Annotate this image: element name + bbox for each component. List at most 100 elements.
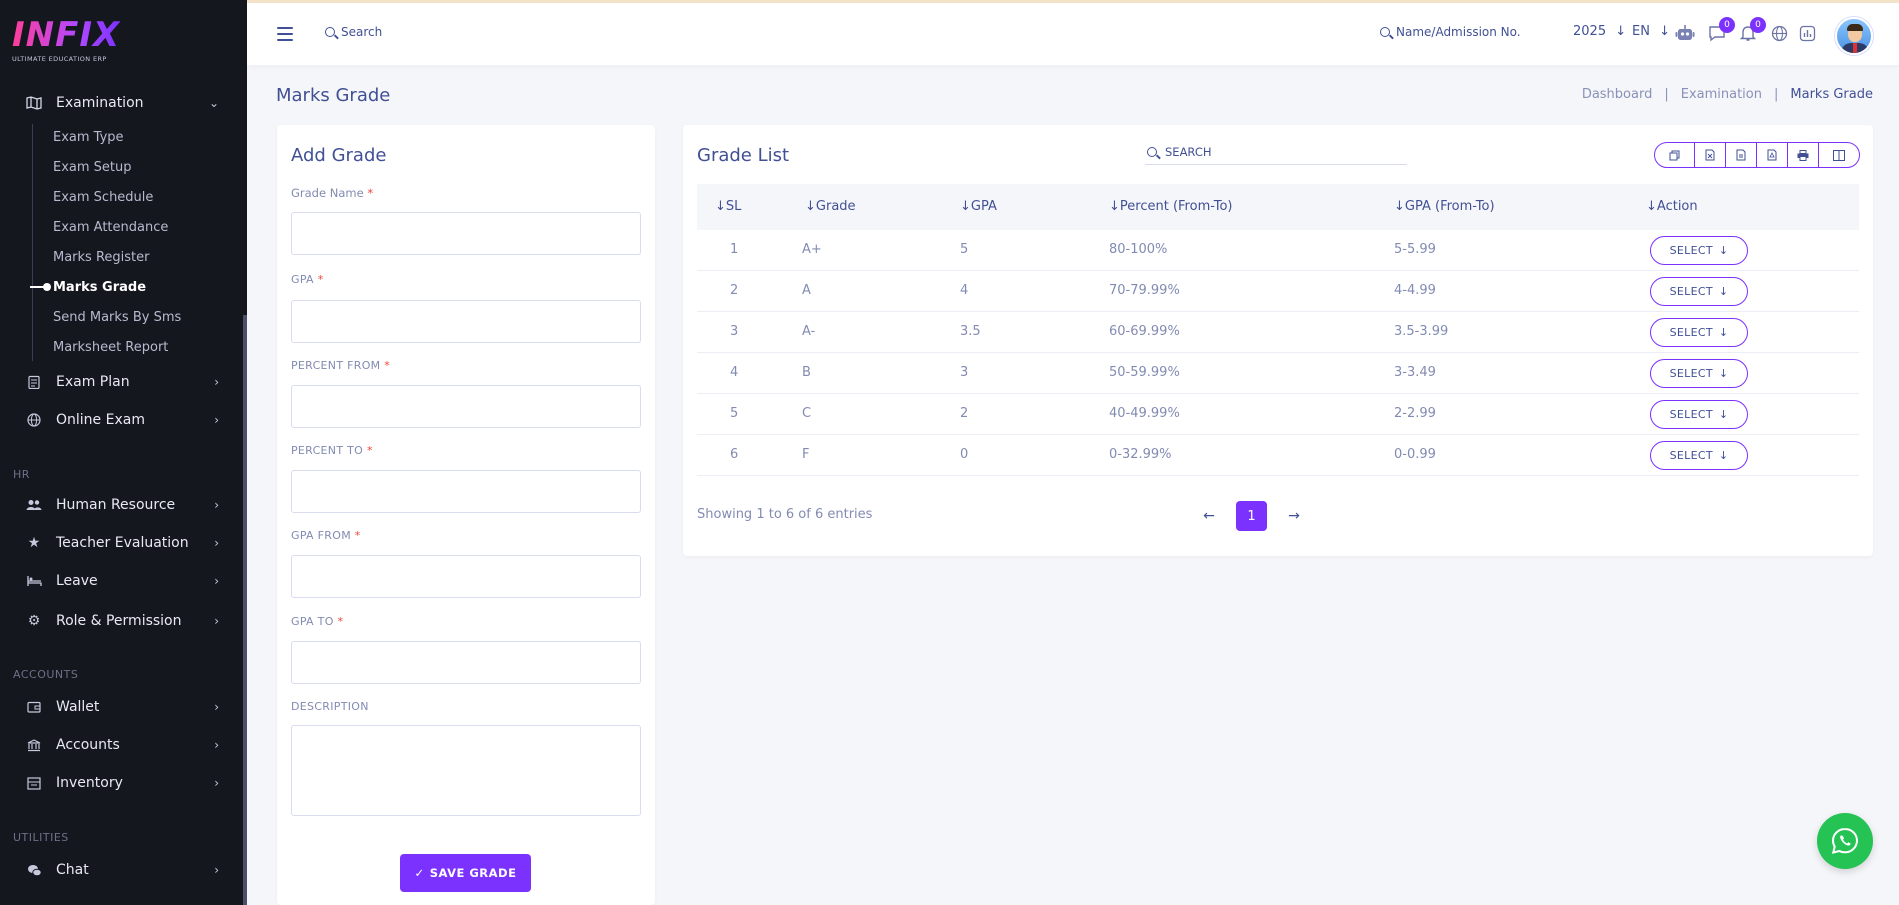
sidebar-subitem-marks-register[interactable]: Marks Register xyxy=(53,247,149,267)
sidebar-subitem-exam-attendance[interactable]: Exam Attendance xyxy=(53,217,168,237)
cell-sl: 2 xyxy=(730,283,739,298)
excel-icon[interactable] xyxy=(1695,143,1726,167)
whatsapp-button[interactable] xyxy=(1817,813,1873,869)
top-search[interactable]: Search xyxy=(325,25,382,39)
select-dropdown-button[interactable]: SELECT ↓ xyxy=(1650,318,1748,347)
required-mark: * xyxy=(354,529,361,542)
column-header-gpa-range[interactable]: ↓GPA (From-To) xyxy=(1394,199,1495,214)
gear-icon: ⚙ xyxy=(27,613,41,629)
select-dropdown-button[interactable]: SELECT ↓ xyxy=(1650,359,1748,388)
cell-sl: 4 xyxy=(730,365,739,380)
cell-gpa-range: 2-2.99 xyxy=(1394,406,1436,421)
language-select[interactable]: EN ↓ xyxy=(1632,24,1670,39)
sidebar-subitem-marks-grade[interactable]: Marks Grade xyxy=(53,277,146,297)
column-header-percent[interactable]: ↓Percent (From-To) xyxy=(1109,199,1233,214)
year-value: 2025 xyxy=(1573,24,1607,39)
search-icon xyxy=(325,27,335,37)
sidebar-subitem-exam-setup[interactable]: Exam Setup xyxy=(53,157,132,177)
column-header-sl[interactable]: ↓SL xyxy=(715,199,741,214)
robot-icon[interactable] xyxy=(1675,23,1695,43)
column-header-grade[interactable]: ↓Grade xyxy=(805,199,856,214)
globe-icon xyxy=(26,412,42,428)
percent-from-label: PERCENT FROM * xyxy=(291,359,390,372)
section-label-hr: HR xyxy=(13,468,30,481)
percent-to-input[interactable] xyxy=(291,470,641,513)
sidebar-item-role-permission[interactable]: ⚙ Role & Permission › xyxy=(0,606,243,636)
print-icon[interactable] xyxy=(1788,143,1819,167)
select-dropdown-button[interactable]: SELECT ↓ xyxy=(1650,236,1748,265)
next-page-icon[interactable]: → xyxy=(1281,501,1307,531)
sidebar-item-inventory[interactable]: Inventory › xyxy=(0,768,243,798)
notification-badge: 0 xyxy=(1750,17,1766,33)
sort-arrow-icon: ↓ xyxy=(960,199,971,214)
sidebar-item-wallet[interactable]: Wallet › xyxy=(0,692,243,722)
sidebar-subitem-send-marks-by-sms[interactable]: Send Marks By Sms xyxy=(53,307,181,327)
description-textarea[interactable] xyxy=(291,725,641,816)
column-label: Grade xyxy=(815,199,856,214)
table-row: 2 A 4 70-79.99% 4-4.99 SELECT ↓ xyxy=(697,271,1859,312)
admission-search[interactable]: Name/Admission No. xyxy=(1380,25,1521,39)
cell-percent: 40-49.99% xyxy=(1109,406,1180,421)
sidebar-item-teacher-evaluation[interactable]: ★ Teacher Evaluation › xyxy=(0,528,243,558)
percent-from-input[interactable] xyxy=(291,385,641,428)
chat-bubble-icon[interactable]: 0 xyxy=(1707,17,1735,43)
prev-page-icon[interactable]: ← xyxy=(1196,501,1222,531)
gpa-to-input[interactable] xyxy=(291,641,641,684)
year-select[interactable]: 2025 ↓ xyxy=(1573,24,1626,39)
grade-name-input[interactable] xyxy=(291,212,641,255)
save-grade-button[interactable]: ✓ SAVE GRADE xyxy=(400,854,531,892)
avatar[interactable] xyxy=(1835,17,1873,55)
breadcrumb-dashboard[interactable]: Dashboard xyxy=(1582,87,1653,102)
sidebar-subitem-exam-schedule[interactable]: Exam Schedule xyxy=(53,187,153,207)
column-label: SL xyxy=(725,199,742,214)
csv-icon[interactable] xyxy=(1726,143,1757,167)
section-label-accounts: ACCOUNTS xyxy=(13,668,79,681)
sidebar-subitem-exam-type[interactable]: Exam Type xyxy=(53,127,124,147)
columns-icon[interactable] xyxy=(1819,143,1859,167)
label-text: Grade Name xyxy=(291,186,364,200)
select-dropdown-button[interactable]: SELECT ↓ xyxy=(1650,400,1748,429)
select-dropdown-button[interactable]: SELECT ↓ xyxy=(1650,277,1748,306)
gpa-from-input[interactable] xyxy=(291,555,641,598)
page-title: Marks Grade xyxy=(276,85,391,106)
add-grade-title: Add Grade xyxy=(291,145,387,166)
sort-arrow-icon: ↓ xyxy=(715,199,726,214)
topbar: Search Name/Admission No. 2025 ↓ EN ↓ 0 … xyxy=(247,3,1899,65)
arrow-down-icon: ↓ xyxy=(1718,326,1729,339)
sidebar-item-chat[interactable]: Chat › xyxy=(0,855,243,885)
sidebar-item-human-resource[interactable]: Human Resource › xyxy=(0,490,243,520)
globe-icon[interactable] xyxy=(1769,23,1789,43)
sidebar-item-online-exam[interactable]: Online Exam › xyxy=(0,405,243,435)
sidebar-item-leave[interactable]: Leave › xyxy=(0,566,243,596)
column-header-action[interactable]: ↓Action xyxy=(1646,199,1698,214)
sidebar-subitem-marksheet-report[interactable]: Marksheet Report xyxy=(53,337,168,357)
report-chart-icon[interactable] xyxy=(1797,23,1817,43)
gpa-input[interactable] xyxy=(291,300,641,343)
sidebar-scrollbar[interactable] xyxy=(243,315,247,905)
table-row: 5 C 2 40-49.99% 2-2.99 SELECT ↓ xyxy=(697,394,1859,435)
search-placeholder: SEARCH xyxy=(1165,144,1212,159)
breadcrumb-examination[interactable]: Examination xyxy=(1681,87,1762,102)
logo-text: INFIX xyxy=(12,15,121,55)
sidebar-item-accounts[interactable]: Accounts › xyxy=(0,730,243,760)
bell-icon[interactable]: 0 xyxy=(1738,17,1766,43)
label-text: GPA xyxy=(291,273,314,286)
cell-sl: 1 xyxy=(730,242,739,257)
sidebar-item-exam-plan[interactable]: Exam Plan › xyxy=(0,367,243,397)
brand-logo[interactable]: INFIX ULTIMATE EDUCATION ERP xyxy=(12,18,120,63)
select-label: SELECT xyxy=(1669,449,1713,462)
select-dropdown-button[interactable]: SELECT ↓ xyxy=(1650,441,1748,470)
sidebar-item-label: Exam Plan xyxy=(56,374,130,390)
arrow-down-icon: ↓ xyxy=(1718,244,1729,257)
select-label: SELECT xyxy=(1669,367,1713,380)
arrow-down-icon: ↓ xyxy=(1718,449,1729,462)
sidebar-item-examination[interactable]: Examination ⌄ xyxy=(0,88,243,118)
grade-search-input[interactable]: SEARCH xyxy=(1145,139,1407,165)
chevron-right-icon: › xyxy=(214,614,219,628)
copy-icon[interactable] xyxy=(1655,143,1695,167)
column-header-gpa[interactable]: ↓GPA xyxy=(960,199,997,214)
pdf-icon[interactable] xyxy=(1757,143,1788,167)
page-button-current[interactable]: 1 xyxy=(1236,501,1267,531)
select-label: SELECT xyxy=(1669,285,1713,298)
menu-toggle-icon[interactable] xyxy=(277,27,293,45)
